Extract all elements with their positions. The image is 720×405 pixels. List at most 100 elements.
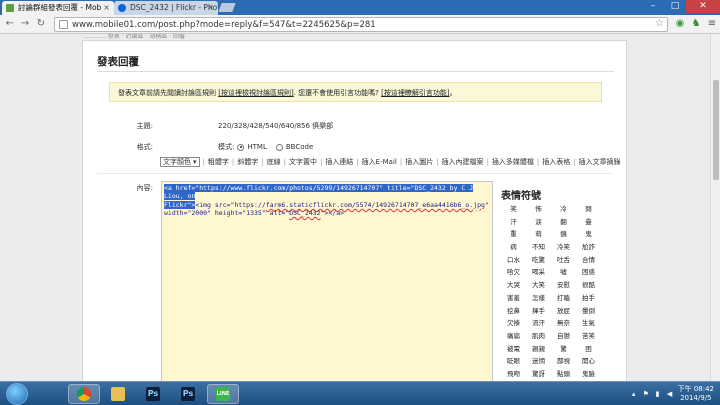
smiley-item[interactable]: 迷惘 bbox=[526, 357, 551, 367]
toolbar-underline[interactable]: 底線 bbox=[267, 157, 281, 167]
flag-icon[interactable]: ⚑ bbox=[642, 390, 650, 398]
smiley-item[interactable]: 害羞 bbox=[501, 294, 526, 304]
toolbar-insert-link[interactable]: 插入連結 bbox=[325, 157, 353, 167]
minimize-icon[interactable]: – bbox=[642, 0, 664, 13]
smiley-item[interactable]: 哈欠 bbox=[501, 268, 526, 278]
toolbar-insert-email[interactable]: 插入E-Mail bbox=[362, 157, 397, 167]
smiley-item[interactable]: 口水 bbox=[501, 256, 526, 266]
smiley-item[interactable]: 冷 bbox=[551, 205, 576, 215]
smiley-item[interactable]: 驚訝 bbox=[526, 370, 551, 380]
html-mode-radio[interactable] bbox=[237, 143, 245, 151]
toolbar-insert-table[interactable]: 插入表格 bbox=[542, 157, 570, 167]
smiley-item[interactable]: 鄙視 bbox=[551, 357, 576, 367]
smiley-item[interactable]: 飛吻 bbox=[501, 370, 526, 380]
smiley-item[interactable]: 無奈 bbox=[551, 319, 576, 329]
smiley-item[interactable]: 尬詐 bbox=[576, 243, 601, 253]
font-color-select[interactable]: 文字顏色 ▾ bbox=[160, 157, 200, 167]
smiley-item[interactable]: 鬼臉 bbox=[576, 370, 601, 380]
volume-icon[interactable]: ◀ bbox=[666, 390, 674, 398]
smiley-item[interactable]: 喝采 bbox=[526, 268, 551, 278]
taskbar-chrome[interactable] bbox=[68, 384, 100, 404]
toolbar-insert-excerpt[interactable]: 插入文章摘錄 bbox=[579, 157, 621, 167]
evernote-icon[interactable]: ♞ bbox=[690, 18, 702, 30]
smiley-item[interactable]: 痛扁 bbox=[501, 332, 526, 342]
smiley-item[interactable]: 汗 bbox=[501, 218, 526, 228]
smiley-item[interactable]: 打瞌 bbox=[551, 294, 576, 304]
toolbar-bold[interactable]: 粗體字 bbox=[208, 157, 229, 167]
smiley-item[interactable]: 困 bbox=[576, 345, 601, 355]
network-icon[interactable]: ▮ bbox=[654, 390, 662, 398]
toolbar-italic[interactable]: 斜體字 bbox=[237, 157, 258, 167]
smiley-item[interactable]: 怖 bbox=[526, 205, 551, 215]
smiley-item[interactable]: 病 bbox=[501, 243, 526, 253]
smiley-item[interactable]: 暈倒 bbox=[576, 307, 601, 317]
smiley-item[interactable]: 噓 bbox=[551, 268, 576, 278]
smiley-item[interactable]: 拍手 bbox=[576, 294, 601, 304]
smiley-item[interactable]: 驚 bbox=[551, 345, 576, 355]
smiley-item[interactable]: 冷笑 bbox=[551, 243, 576, 253]
menu-icon[interactable]: ≡ bbox=[706, 18, 718, 30]
tab-flickr[interactable]: DSC_2432 | Flickr - Photo × bbox=[114, 1, 218, 15]
close-tab-icon[interactable]: × bbox=[103, 1, 110, 15]
smiley-item[interactable]: 親親 bbox=[526, 345, 551, 355]
toolbar-center[interactable]: 文字置中 bbox=[289, 157, 317, 167]
smiley-item[interactable]: 點頭 bbox=[551, 370, 576, 380]
taskbar-explorer[interactable] bbox=[102, 384, 134, 404]
smiley-item[interactable]: 眨眼 bbox=[501, 357, 526, 367]
smiley-item[interactable]: 生氣 bbox=[576, 319, 601, 329]
forward-arrow-icon[interactable]: → bbox=[19, 18, 31, 30]
start-button[interactable] bbox=[6, 383, 28, 405]
smiley-item[interactable]: 翻 bbox=[551, 218, 576, 228]
smiley-item[interactable]: 重 bbox=[501, 230, 526, 240]
smiley-item[interactable]: 鬼 bbox=[576, 230, 601, 240]
taskbar-photoshop[interactable]: Ps bbox=[137, 384, 169, 404]
smiley-item[interactable]: 挖鼻 bbox=[501, 307, 526, 317]
smiley-item[interactable]: 問 bbox=[576, 205, 601, 215]
smiley-item[interactable]: 開心 bbox=[576, 357, 601, 367]
smiley-item[interactable]: 欠揍 bbox=[501, 319, 526, 329]
forum-rules-link[interactable]: [按這裡檢視討論區規則] bbox=[218, 89, 293, 97]
clock[interactable]: 下午 08:42 2014/9/5 bbox=[678, 385, 714, 403]
smiley-item[interactable]: 揮手 bbox=[526, 307, 551, 317]
content-textarea[interactable]: <a href="https://www.flickr.com/photos/5… bbox=[161, 181, 493, 381]
tray-up-arrow-icon[interactable]: ▴ bbox=[630, 390, 638, 398]
smiley-item[interactable]: 被電 bbox=[501, 345, 526, 355]
close-window-icon[interactable]: ✕ bbox=[686, 0, 720, 13]
toolbar-insert-image[interactable]: 插入圖片 bbox=[405, 157, 433, 167]
reload-icon[interactable]: ↻ bbox=[35, 18, 47, 30]
smiley-item[interactable]: 很酷 bbox=[576, 281, 601, 291]
smiley-item[interactable]: 不知 bbox=[526, 243, 551, 253]
toolbar-insert-media[interactable]: 插入多媒體檔 bbox=[492, 157, 534, 167]
toolbar-insert-file[interactable]: 插入內建檔案 bbox=[442, 157, 484, 167]
smiley-item[interactable]: 吐舌 bbox=[551, 256, 576, 266]
quote-help-link[interactable]: [按這裡瞭解引言功能] bbox=[381, 89, 449, 97]
smiley-item[interactable]: 合情 bbox=[576, 256, 601, 266]
smiley-item[interactable]: 萌 bbox=[526, 230, 551, 240]
taskbar-line[interactable]: LINE bbox=[207, 384, 239, 404]
smiley-item[interactable]: 笑 bbox=[501, 205, 526, 215]
smiley-item[interactable]: 大哭 bbox=[501, 281, 526, 291]
scrollbar-thumb[interactable] bbox=[713, 80, 719, 180]
smiley-item[interactable]: 吃驚 bbox=[526, 256, 551, 266]
smiley-item[interactable]: 疊 bbox=[576, 218, 601, 228]
smiley-item[interactable]: 怎樣 bbox=[526, 294, 551, 304]
smiley-item[interactable]: 困惑 bbox=[576, 268, 601, 278]
maximize-icon[interactable]: □ bbox=[664, 0, 686, 13]
back-arrow-icon[interactable]: ← bbox=[4, 18, 16, 30]
bookmark-star-icon[interactable]: ☆ bbox=[655, 18, 664, 29]
smiley-item[interactable]: 淚 bbox=[526, 218, 551, 228]
new-tab-button[interactable] bbox=[218, 3, 236, 12]
smiley-item[interactable]: 肌肉 bbox=[526, 332, 551, 342]
close-tab-icon[interactable]: × bbox=[207, 1, 214, 15]
extension-icon[interactable]: ◉ bbox=[674, 18, 686, 30]
page-scrollbar[interactable] bbox=[710, 34, 720, 381]
smiley-item[interactable]: 自戀 bbox=[551, 332, 576, 342]
smiley-item[interactable]: 大笑 bbox=[526, 281, 551, 291]
smiley-item[interactable]: 鏡 bbox=[551, 230, 576, 240]
address-bar[interactable]: www.mobile01.com/post.php?mode=reply&f=5… bbox=[54, 17, 668, 32]
taskbar-photoshop-2[interactable]: Ps bbox=[172, 384, 204, 404]
smiley-item[interactable]: 放屁 bbox=[551, 307, 576, 317]
bbcode-mode-radio[interactable] bbox=[275, 143, 283, 151]
smiley-item[interactable]: 安慰 bbox=[551, 281, 576, 291]
smiley-item[interactable]: 苦笑 bbox=[576, 332, 601, 342]
